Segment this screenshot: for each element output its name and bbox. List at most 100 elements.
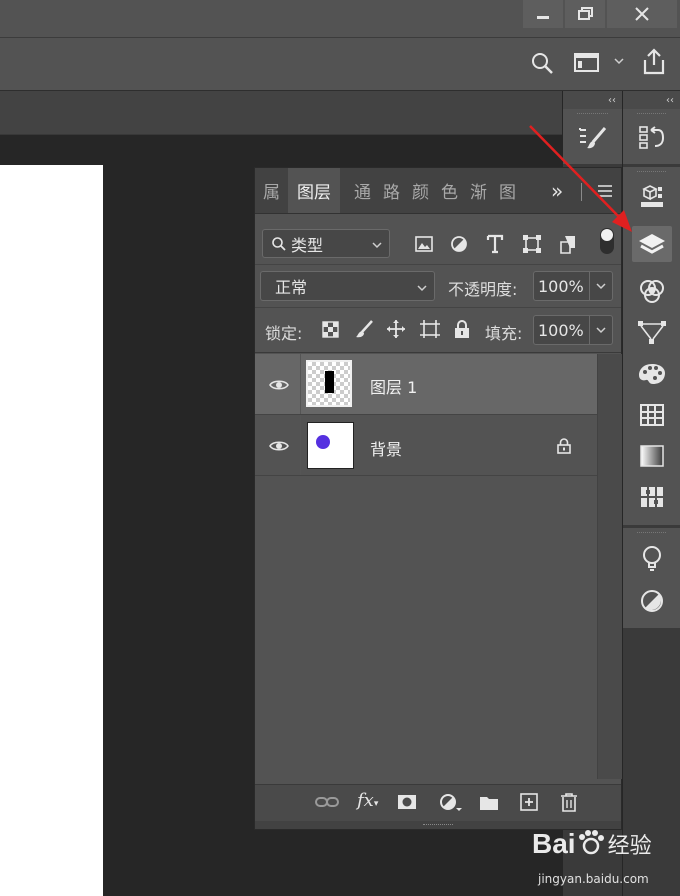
fill-dropdown-button[interactable]: [589, 316, 612, 344]
tab-gradients[interactable]: 渐: [470, 168, 487, 213]
collapse-button[interactable]: ‹‹: [563, 91, 622, 109]
filter-type-icon[interactable]: [486, 234, 504, 254]
grip-handle[interactable]: [637, 113, 666, 120]
grip-handle[interactable]: [637, 171, 666, 178]
fx-styles-icon[interactable]: fx▾: [357, 790, 378, 811]
thumbnail-shape: [325, 371, 334, 393]
layer-thumbnail[interactable]: [306, 360, 352, 407]
channels-icon[interactable]: [637, 277, 667, 307]
tab-color[interactable]: 颜: [412, 168, 429, 213]
tab-paths[interactable]: 路: [383, 168, 400, 213]
watermark-site: jingyan.baidu.com: [538, 872, 649, 886]
swatches-palette-icon[interactable]: [637, 359, 667, 389]
row-divider: [300, 354, 301, 414]
title-bar: [0, 0, 680, 38]
grip-handle[interactable]: [637, 532, 666, 539]
watermark-brand2-text: 经验: [607, 833, 652, 858]
workspace-icon[interactable]: [574, 52, 600, 74]
annotation-arrow: [529, 125, 632, 232]
tab-channels[interactable]: 通: [354, 168, 371, 213]
history-icon[interactable]: [637, 123, 667, 153]
visibility-eye-icon[interactable]: [269, 439, 289, 453]
tab-label: 颜: [412, 183, 429, 203]
new-adjustment-icon[interactable]: [439, 793, 463, 813]
layer-name[interactable]: 背景: [370, 436, 402, 460]
restore-icon: [578, 7, 593, 20]
filter-adjustment-icon[interactable]: [450, 235, 468, 253]
search-icon[interactable]: [530, 51, 554, 75]
gradient-icon[interactable]: [637, 441, 667, 471]
document-tab-strip: [0, 91, 562, 135]
tab-label: 色: [441, 183, 458, 203]
tab-label: 属: [263, 183, 280, 203]
layer-row[interactable]: 图层 1: [255, 354, 597, 415]
layers-panel: 属 图层 通 路 颜 色 渐 图 » 类型 正常 不透明度: 100% 锁定: …: [254, 167, 622, 830]
blend-mode-value: 正常: [275, 278, 308, 297]
chevron-down-icon: [596, 327, 606, 334]
opacity-field[interactable]: 100%: [533, 271, 613, 301]
layers-scrollbar[interactable]: [597, 354, 622, 779]
lock-pixels-icon[interactable]: [354, 319, 374, 339]
tab-properties[interactable]: 属: [263, 168, 287, 213]
chevron-down-icon: [417, 285, 427, 292]
thumbnail-dot: [316, 435, 330, 449]
watermark-brand-text: Bai: [532, 828, 576, 859]
paths-icon[interactable]: [637, 317, 667, 347]
lock-row: 锁定: 填充: 100%: [255, 308, 621, 353]
collapse-button-2[interactable]: ‹‹: [623, 91, 680, 109]
lock-transparent-icon[interactable]: [322, 321, 339, 338]
chevron-down-icon: [372, 242, 382, 249]
collapse-icon: ‹‹: [666, 94, 674, 106]
delete-layer-icon[interactable]: [560, 792, 578, 812]
dock-group-learn: [623, 528, 680, 628]
filter-kind-value: 类型: [291, 235, 324, 255]
row-divider: [300, 415, 301, 475]
panel-footer: fx▾: [255, 784, 621, 821]
layer-name[interactable]: 图层 1: [370, 374, 417, 398]
fill-field[interactable]: 100%: [533, 315, 613, 345]
adjustments-grid-icon[interactable]: [637, 482, 667, 512]
chevron-down-icon: [596, 283, 606, 290]
minimize-icon: [537, 16, 549, 19]
canvas-document[interactable]: [0, 165, 103, 896]
lock-artboard-icon[interactable]: [419, 319, 441, 339]
blend-row: 正常 不透明度: 100%: [255, 265, 621, 308]
watermark-brand: Bai 经验: [532, 828, 652, 860]
share-icon[interactable]: [641, 48, 667, 76]
blend-mode-select[interactable]: 正常: [260, 271, 435, 301]
tab-label: 图: [499, 183, 516, 203]
opacity-dropdown-button[interactable]: [589, 272, 612, 300]
tab-swatches[interactable]: 色: [441, 168, 458, 213]
restore-button[interactable]: [565, 0, 605, 28]
opacity-value: 100%: [538, 276, 584, 296]
tab-label: 路: [383, 183, 400, 203]
fill-label: 填充:: [485, 324, 523, 343]
visibility-eye-icon[interactable]: [269, 378, 289, 392]
new-layer-icon[interactable]: [520, 793, 538, 811]
chevron-down-icon[interactable]: [613, 56, 625, 66]
lock-label: 锁定:: [265, 324, 303, 343]
table-grid-icon[interactable]: [637, 400, 667, 430]
3d-icon[interactable]: [637, 183, 667, 213]
add-mask-icon[interactable]: [397, 794, 417, 810]
layers-list: 图层 1 背景: [255, 354, 597, 779]
collapse-icon: ‹‹: [608, 94, 616, 106]
filter-pixel-icon[interactable]: [415, 236, 433, 252]
lock-all-icon[interactable]: [454, 319, 470, 339]
opacity-label: 不透明度:: [448, 280, 518, 299]
new-group-folder-icon[interactable]: [479, 794, 499, 811]
tab-layers[interactable]: 图层: [288, 168, 340, 213]
layer-row[interactable]: 背景: [255, 415, 597, 476]
filter-kind-select[interactable]: 类型: [262, 229, 390, 258]
options-bar: [0, 38, 680, 91]
lock-icon: [557, 437, 571, 454]
tab-patterns[interactable]: 图: [499, 168, 516, 213]
link-layers-icon[interactable]: [315, 795, 339, 809]
lightbulb-icon[interactable]: [637, 544, 667, 574]
minimize-button[interactable]: [523, 0, 563, 28]
adjustments-icon[interactable]: [637, 586, 667, 616]
tab-label: 渐: [470, 183, 487, 203]
close-button[interactable]: [607, 0, 677, 28]
lock-position-icon[interactable]: [386, 319, 406, 339]
layer-thumbnail[interactable]: [307, 422, 354, 469]
